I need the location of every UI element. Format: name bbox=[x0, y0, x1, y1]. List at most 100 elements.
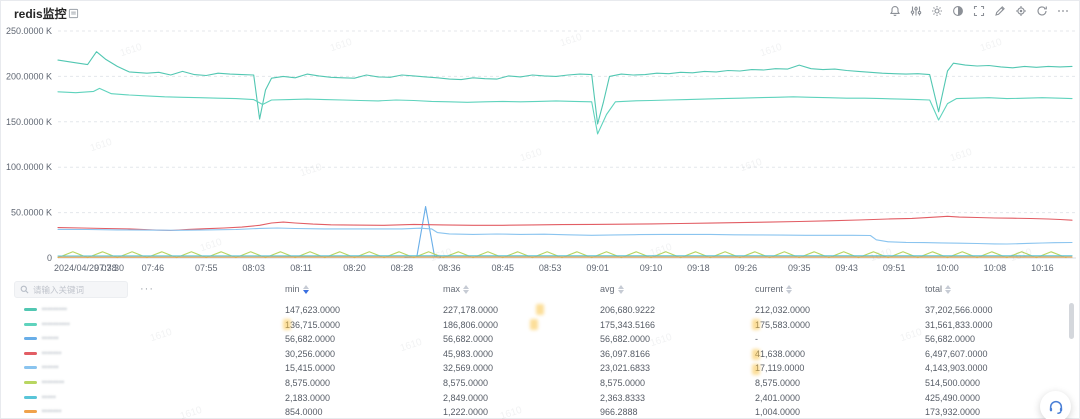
support-button[interactable] bbox=[1040, 391, 1071, 419]
cell-max: 186,806.0000 bbox=[443, 319, 499, 330]
cell-current: 41,638.0000 bbox=[755, 348, 806, 359]
svg-text:50.0000 K: 50.0000 K bbox=[11, 208, 52, 218]
cell-current: 1,004.0000 bbox=[755, 407, 801, 418]
series-color-swatch bbox=[24, 337, 37, 341]
settings-gear-icon[interactable] bbox=[930, 4, 944, 18]
panel-note-icon[interactable] bbox=[68, 6, 79, 24]
table-row[interactable]: ▪▪▪▪▪▪▪ 30,256.0000 45,983.0000 36,097.8166… bbox=[0, 346, 1080, 361]
svg-text:250.0000 K: 250.0000 K bbox=[6, 26, 52, 36]
cell-max: 32,569.0000 bbox=[443, 363, 494, 374]
column-label: max bbox=[443, 284, 461, 294]
cell-avg: 8,575.0000 bbox=[600, 378, 646, 388]
svg-text:08:45: 08:45 bbox=[491, 263, 514, 273]
refresh-icon[interactable] bbox=[1035, 4, 1049, 18]
cell-avg: 2,363.8333 bbox=[600, 392, 646, 403]
cell-total: 4,143,903.0000 bbox=[925, 363, 988, 374]
table-scrollbar[interactable] bbox=[1069, 303, 1074, 339]
cell-max: 2,849.0000 bbox=[443, 392, 489, 403]
search-icon bbox=[20, 285, 29, 294]
svg-text:200.0000 K: 200.0000 K bbox=[6, 71, 52, 81]
cell-avg: 206,680.9222 bbox=[600, 305, 656, 315]
legend-more-icon[interactable]: ··· bbox=[140, 283, 154, 295]
svg-text:09:43: 09:43 bbox=[835, 263, 858, 273]
svg-text:08:53: 08:53 bbox=[539, 263, 562, 273]
column-label: current bbox=[755, 284, 784, 294]
metrics-table-body: ▪▪▪▪▪▪▪▪▪ 147,623.0000 227,178.0000 206,680… bbox=[0, 302, 1080, 419]
edit-pencil-icon[interactable] bbox=[993, 4, 1007, 18]
svg-text:10:00: 10:00 bbox=[936, 263, 959, 273]
alarm-bell-icon[interactable] bbox=[888, 4, 902, 18]
table-row[interactable]: ▪▪▪▪▪▪▪▪▪▪ 136,715.0000 186,806.0000 175,34… bbox=[0, 317, 1080, 332]
sort-carets-icon bbox=[617, 284, 624, 294]
cell-current: 212,032.0000 bbox=[755, 305, 811, 315]
svg-text:08:11: 08:11 bbox=[290, 263, 312, 273]
sort-carets-icon bbox=[463, 284, 470, 294]
series-name-masked: ▪▪▪▪▪▪ bbox=[42, 335, 59, 343]
more-icon[interactable] bbox=[1056, 4, 1070, 18]
target-icon[interactable] bbox=[1014, 4, 1028, 18]
table-row[interactable]: ▪▪▪▪▪▪▪▪▪ 147,623.0000 227,178.0000 206,680… bbox=[0, 302, 1080, 317]
svg-text:10:16: 10:16 bbox=[1031, 263, 1054, 273]
cell-current: 2,401.0000 bbox=[755, 392, 801, 403]
column-label: min bbox=[285, 284, 300, 294]
svg-text:09:51: 09:51 bbox=[883, 263, 906, 273]
column-header-total[interactable]: total bbox=[925, 284, 952, 294]
sort-carets-icon bbox=[302, 284, 309, 294]
column-header-max[interactable]: max bbox=[443, 284, 470, 294]
cell-current: 17,119.0000 bbox=[755, 363, 805, 374]
svg-text:0: 0 bbox=[47, 253, 52, 263]
contrast-icon[interactable] bbox=[951, 4, 965, 18]
table-row[interactable]: ▪▪▪▪▪▪ 15,415.0000 32,569.0000 23,021.6833 1… bbox=[0, 360, 1080, 375]
series-name-masked: ▪▪▪▪▪▪▪ bbox=[42, 349, 62, 357]
cell-max: 227,178.0000 bbox=[443, 305, 499, 315]
cell-current: 8,575.0000 bbox=[755, 378, 801, 388]
column-label: total bbox=[925, 284, 943, 294]
cell-min: 8,575.0000 bbox=[285, 378, 331, 388]
column-header-avg[interactable]: avg bbox=[600, 284, 624, 294]
series-name-masked: ▪▪▪▪▪▪▪▪ bbox=[42, 379, 65, 386]
svg-text:08:03: 08:03 bbox=[242, 263, 265, 273]
filter-icon[interactable] bbox=[909, 4, 923, 18]
cell-min: 2,183.0000 bbox=[285, 392, 331, 403]
svg-text:09:01: 09:01 bbox=[586, 263, 609, 273]
svg-text:07:38: 07:38 bbox=[94, 263, 117, 273]
svg-text:07:55: 07:55 bbox=[195, 263, 218, 273]
column-header-min[interactable]: min bbox=[285, 284, 309, 294]
series-color-swatch bbox=[24, 395, 37, 399]
svg-text:09:35: 09:35 bbox=[788, 263, 811, 273]
series-name-masked: ▪▪▪▪▪▪▪▪▪▪ bbox=[42, 320, 71, 328]
cell-min: 136,715.0000 bbox=[285, 319, 341, 330]
svg-text:100.0000 K: 100.0000 K bbox=[6, 162, 52, 172]
cell-max: 56,682.0000 bbox=[443, 334, 494, 345]
page-title: redis监控 bbox=[14, 7, 67, 21]
svg-text:08:20: 08:20 bbox=[343, 263, 366, 273]
series-name-masked: ▪▪▪▪▪▪ bbox=[42, 364, 59, 372]
cell-total: 6,497,607.0000 bbox=[925, 348, 988, 359]
cell-total: 514,500.0000 bbox=[925, 378, 981, 388]
column-header-current[interactable]: current bbox=[755, 284, 793, 294]
sort-carets-icon bbox=[786, 284, 793, 294]
series-color-swatch bbox=[24, 351, 37, 355]
panel-header: redis监控 bbox=[0, 0, 1080, 22]
cell-avg: 23,021.6833 bbox=[600, 363, 651, 374]
search-input[interactable] bbox=[33, 284, 123, 295]
cell-max: 45,983.0000 bbox=[443, 348, 494, 359]
svg-text:09:10: 09:10 bbox=[640, 263, 663, 273]
series-name-masked: ▪▪▪▪▪▪▪▪▪ bbox=[42, 306, 68, 313]
line-chart[interactable]: 0 50.0000 K 100.0000 K 150.0000 K 200.0000 K… bbox=[0, 0, 1080, 278]
cell-max: 8,575.0000 bbox=[443, 378, 489, 388]
sort-carets-icon bbox=[945, 284, 952, 294]
table-row[interactable]: ▪▪▪▪▪▪▪ 854.0000 1,222.0000 966.2888 1,004.0… bbox=[0, 404, 1080, 419]
fullscreen-icon[interactable] bbox=[972, 4, 986, 18]
svg-text:150.0000 K: 150.0000 K bbox=[6, 117, 52, 127]
table-row[interactable]: ▪▪▪▪▪▪ 56,682.0000 56,682.0000 56,682.0000 -… bbox=[0, 331, 1080, 346]
series-color-swatch bbox=[24, 308, 37, 311]
table-row[interactable]: ▪▪▪▪▪ 2,183.0000 2,849.0000 2,363.8333 2,401… bbox=[0, 390, 1080, 405]
cell-min: 15,415.0000 bbox=[285, 363, 336, 374]
cell-min: 147,623.0000 bbox=[285, 305, 341, 315]
svg-text:07:46: 07:46 bbox=[142, 263, 165, 273]
table-row[interactable]: ▪▪▪▪▪▪▪▪ 8,575.0000 8,575.0000 8,575.0000 8,… bbox=[0, 375, 1080, 390]
cell-total: 425,490.0000 bbox=[925, 392, 981, 403]
search-box bbox=[14, 281, 128, 298]
cell-total: 173,932.0000 bbox=[925, 407, 981, 418]
